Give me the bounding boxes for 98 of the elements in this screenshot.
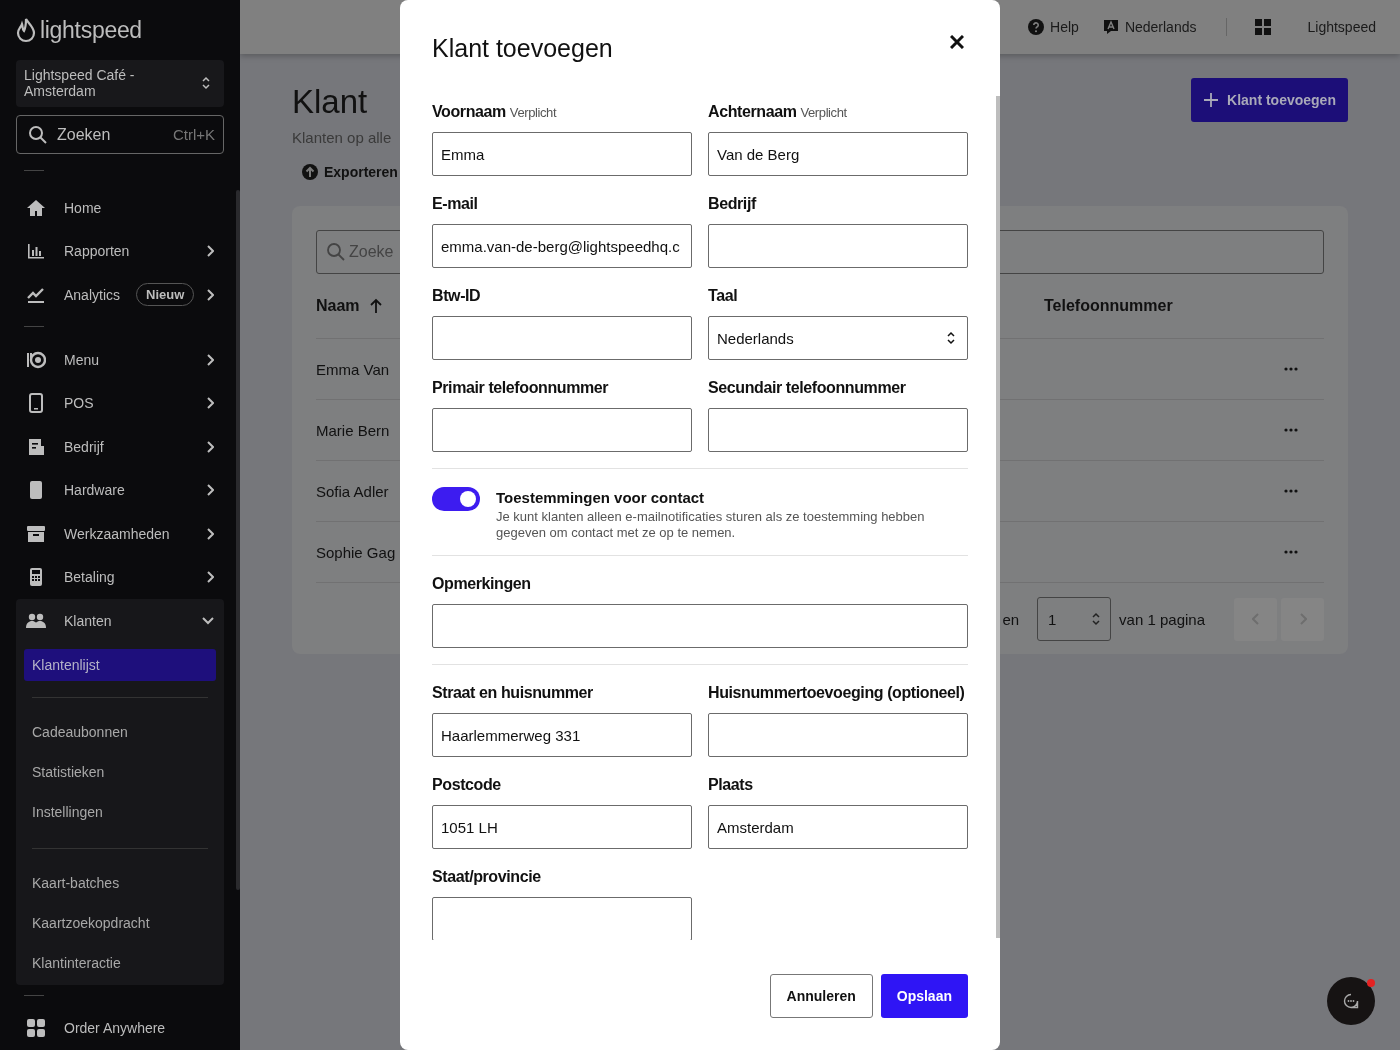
field-label: Btw-ID (432, 286, 482, 306)
toggle-label: Toestemmingen voor contact (496, 489, 706, 506)
column-header[interactable]: Naam (316, 297, 382, 315)
save-button[interactable]: Opslaan (880, 974, 968, 1018)
up-down-chevron-icon (202, 76, 210, 91)
field-label: Huisnummertoevoeging (optioneel) (708, 683, 966, 703)
logo-text: lightspeed (40, 17, 142, 45)
plate-icon (26, 350, 46, 371)
text-field[interactable] (432, 604, 968, 648)
subnav-item[interactable]: Instellingen (16, 791, 224, 832)
table-cell: Marie Bern (316, 421, 390, 439)
bar-chart-icon (26, 241, 46, 262)
export-button[interactable]: Exporteren (302, 164, 398, 180)
help-link[interactable]: Help (1050, 19, 1079, 35)
field-label: Achternaam (708, 103, 797, 120)
plus-icon (1203, 92, 1220, 108)
search-field[interactable]: Zoeken Ctrl+K (16, 114, 224, 155)
dialog-title: Klant toevoegen (432, 34, 613, 63)
field-label: Plaats (708, 775, 754, 795)
subnav-item[interactable]: Klantinteractie (16, 942, 224, 983)
text-field[interactable]: Haarlemmerweg 331 (432, 713, 692, 757)
nav-item[interactable]: Menu (16, 338, 224, 382)
nav-item[interactable]: Home (16, 186, 224, 230)
nav-item[interactable]: POS (16, 381, 224, 426)
up-down-chevron-icon (1092, 612, 1101, 626)
page-number-field[interactable]: 1 (1037, 597, 1112, 641)
text-field[interactable]: Van de Berg (708, 132, 968, 176)
page-subtitle: Klanten op alle (292, 129, 392, 146)
column-header[interactable]: Telefoonnummer (1044, 297, 1173, 315)
text-field[interactable] (432, 408, 692, 452)
text-field[interactable] (708, 713, 968, 757)
field-label: E-mail (432, 194, 479, 214)
table-cell: Emma Van (316, 360, 390, 378)
field-label: Staat/provincie (432, 867, 542, 887)
page-title: Klant (292, 83, 368, 121)
field-label: Opmerkingen (432, 574, 532, 594)
field-label: Secundair telefoonnummer (708, 378, 907, 398)
language-selector[interactable]: Nederlands (1124, 19, 1197, 35)
nav-item[interactable]: Rapporten (16, 229, 224, 274)
subnav-item[interactable]: Statistieken (16, 751, 224, 792)
archive-box-icon (26, 523, 46, 544)
text-field[interactable] (432, 897, 692, 940)
up-down-chevron-icon (947, 331, 955, 345)
text-field[interactable]: Emma (432, 132, 692, 176)
search-icon (29, 125, 47, 144)
tablet-icon (26, 393, 46, 414)
nav-item[interactable]: Werkzaamheden (16, 511, 224, 556)
toggle-switch[interactable] (432, 487, 480, 511)
page-count: van 1 pagina (1119, 610, 1205, 628)
text-field[interactable] (708, 224, 968, 268)
nav-item[interactable]: Order Anywhere (16, 1006, 224, 1050)
close-icon[interactable] (950, 35, 964, 49)
more-dots-icon (1284, 428, 1298, 432)
language-select[interactable]: Nederlands (708, 316, 968, 360)
text-field[interactable] (432, 316, 692, 360)
table-cell: Sofia Adler (316, 482, 389, 500)
field-label: Bedrijf (708, 194, 758, 214)
apps-grid-icon (1255, 19, 1272, 35)
flame-logo-icon (16, 17, 36, 44)
location-switcher[interactable]: Lightspeed Café - Amsterdam (16, 59, 224, 107)
account-menu[interactable]: Lightspeed (1307, 19, 1376, 35)
upload-icon (302, 164, 318, 180)
more-dots-icon (1284, 489, 1298, 493)
required-note: Verplicht (509, 105, 557, 120)
nav-item[interactable]: Hardware (16, 468, 224, 512)
nav-item[interactable]: Bedrijf (16, 425, 224, 469)
table-cell: Sophie Gag (316, 543, 396, 561)
required-note: Verplicht (800, 105, 847, 120)
text-field[interactable] (708, 408, 968, 452)
subnav-item[interactable]: Cadeaubonnen (16, 711, 224, 752)
chat-bubble-icon (1343, 993, 1359, 1009)
more-dots-icon (1284, 367, 1298, 371)
four-squares-icon (26, 1018, 46, 1039)
field-label: Postcode (432, 775, 502, 795)
subnav-item[interactable]: Kaart-batches (16, 862, 224, 903)
pagination-label: en (1002, 610, 1020, 628)
toggle-description: Je kunt klanten alleen e-mailnotificaties sturen als ze toestemming hebben gegeven om contact met ze op te nemen. (496, 509, 926, 541)
text-field[interactable]: Amsterdam (708, 805, 968, 849)
language-icon (1102, 19, 1119, 35)
add-customer-button[interactable]: Klant toevoegen (1191, 78, 1348, 122)
field-label: Straat en huisnummer (432, 683, 594, 703)
cancel-button[interactable]: Annuleren (769, 974, 873, 1018)
subnav-item[interactable]: Kaartzoekopdracht (16, 902, 224, 943)
document-icon (26, 436, 46, 457)
home-icon (26, 198, 46, 218)
nav-item[interactable]: Klanten (16, 598, 224, 643)
field-label: Voornaam (432, 103, 506, 120)
nav-item[interactable]: Analytics Nieuw (16, 273, 224, 317)
field-label: Primair telefoonnummer (432, 378, 610, 398)
nav-item[interactable]: Betaling (16, 555, 224, 599)
text-field[interactable]: 1051 LH (432, 805, 692, 849)
subnav-item[interactable]: Klantenlijst (24, 648, 216, 681)
shortcut-hint: Ctrl+K (172, 126, 215, 144)
text-field[interactable]: emma.van-de-berg@lightspeedhq.c (432, 224, 692, 268)
more-dots-icon (1284, 550, 1298, 554)
help-icon (1028, 19, 1045, 35)
field-label: Taal (708, 286, 739, 306)
search-icon (327, 243, 345, 261)
